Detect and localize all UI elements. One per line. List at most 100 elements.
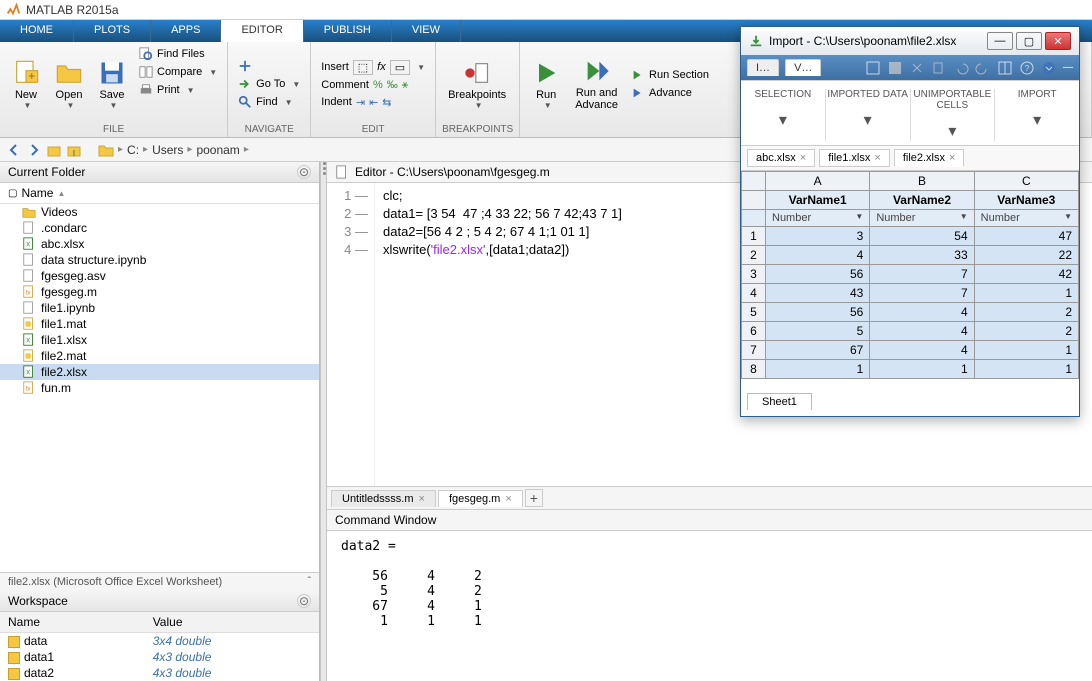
folder-item[interactable]: file1.ipynb [0, 300, 319, 316]
folder-item-label: data structure.ipynb [41, 253, 146, 267]
folder-item[interactable]: data structure.ipynb [0, 252, 319, 268]
close-button[interactable]: ✕ [1045, 32, 1071, 50]
grid-row[interactable]: 6542 [742, 322, 1079, 341]
grid-row[interactable]: 44371 [742, 284, 1079, 303]
grid-row[interactable]: 135447 [742, 227, 1079, 246]
import-col-selection[interactable]: SELECTION▾ [741, 89, 826, 141]
collapse-icon[interactable]: ⊙ [297, 165, 311, 179]
save-button[interactable]: Save▼ [92, 46, 132, 122]
import-data-grid[interactable]: ABC VarName1VarName2VarName3 Number▼Numb… [741, 171, 1079, 379]
indent-button[interactable]: Indent ⇥ ⇤ ⇆ [317, 95, 429, 110]
ws-col-value[interactable]: Value [145, 612, 319, 633]
help-icon[interactable]: ? [1019, 60, 1035, 76]
breakpoints-button[interactable]: Breakpoints▼ [442, 46, 512, 122]
folder-item-label: file2.xlsx [41, 365, 87, 379]
column-resize-handle[interactable] [320, 162, 327, 681]
sheet-footer-tab[interactable]: Sheet1 [747, 393, 812, 410]
file-type-icon: fx [22, 381, 36, 395]
tab-close-icon[interactable]: × [505, 493, 511, 505]
crumb-users[interactable]: Users [152, 143, 183, 157]
minimize-button[interactable]: — [987, 32, 1013, 50]
print-button[interactable]: Print▼ [135, 82, 221, 98]
nav-fwd-icon[interactable] [26, 142, 42, 158]
folder-item[interactable]: Xfile1.xlsx [0, 332, 319, 348]
sheet-tab-abc[interactable]: abc.xlsx× [747, 149, 815, 167]
folder-item[interactable]: Xabc.xlsx [0, 236, 319, 252]
nav-browse-icon[interactable] [66, 142, 82, 158]
tab-publish[interactable]: PUBLISH [304, 20, 392, 42]
tab-home[interactable]: HOME [0, 20, 74, 42]
workspace-row[interactable]: data24x3 double [0, 665, 319, 681]
dropdown-icon[interactable] [1041, 60, 1057, 76]
folder-item[interactable]: fgesgeg.asv [0, 268, 319, 284]
nav-up-icon[interactable] [46, 142, 62, 158]
grid-row[interactable]: 243322 [742, 246, 1079, 265]
sheet-tab-file1[interactable]: file1.xlsx× [819, 149, 890, 167]
folder-item[interactable]: Videos [0, 204, 319, 220]
folder-item[interactable]: file2.mat [0, 348, 319, 364]
new-button[interactable]: + New▼ [6, 46, 46, 122]
grid-row[interactable]: 356742 [742, 265, 1079, 284]
compare-button[interactable]: Compare▼ [135, 64, 221, 80]
tab-close-icon[interactable]: × [874, 152, 880, 164]
comment-button[interactable]: Comment % ‰ ⚹ [317, 78, 429, 93]
nav-back-icon[interactable] [6, 142, 22, 158]
folder-item[interactable]: fxfun.m [0, 380, 319, 396]
layout-icon[interactable] [997, 60, 1013, 76]
workspace-row[interactable]: data14x3 double [0, 649, 319, 665]
editor-code[interactable]: clc; data1= [3 54 47 ;4 33 22; 56 7 42;4… [375, 183, 630, 486]
tab-add-button[interactable]: + [525, 489, 543, 507]
tab-close-icon[interactable]: × [800, 152, 806, 164]
import-ribbon-tab[interactable]: V… [785, 59, 821, 76]
tool-icon-1[interactable] [865, 60, 881, 76]
minimize-ribbon-icon[interactable]: — [1063, 62, 1073, 73]
run-button[interactable]: Run▼ [526, 46, 566, 122]
folder-item[interactable]: Xfile2.xlsx [0, 364, 319, 380]
import-col-import[interactable]: IMPORT▾ [995, 89, 1079, 141]
grid-row[interactable]: 55642 [742, 303, 1079, 322]
tab-apps[interactable]: APPS [151, 20, 221, 42]
import-tab-left[interactable]: I… [747, 59, 779, 76]
import-col-imported[interactable]: IMPORTED DATA▾ [826, 89, 911, 141]
folder-item[interactable]: .condarc [0, 220, 319, 236]
insert-button[interactable]: Insert ⬚ fx ▭▼ [317, 59, 429, 76]
tab-editor[interactable]: EDITOR [221, 20, 303, 42]
folder-item-label: Videos [41, 205, 77, 219]
maximize-button[interactable]: ▢ [1016, 32, 1042, 50]
editor-file-icon [335, 165, 349, 179]
tab-plots[interactable]: PLOTS [74, 20, 151, 42]
workspace-panel[interactable]: Name Value data3x4 doubledata14x3 double… [0, 612, 319, 681]
import-titlebar[interactable]: Import - C:\Users\poonam\file2.xlsx — ▢ … [741, 27, 1079, 55]
crumb-poonam[interactable]: poonam [196, 143, 239, 157]
run-advance-button[interactable]: Run and Advance [569, 46, 624, 122]
undo-icon[interactable] [953, 60, 969, 76]
tab-close-icon[interactable]: × [949, 152, 955, 164]
grid-row[interactable]: 8111 [742, 360, 1079, 379]
import-window[interactable]: Import - C:\Users\poonam\file2.xlsx — ▢ … [740, 26, 1080, 417]
folder-item[interactable]: fxfgesgeg.m [0, 284, 319, 300]
tool-icon-2[interactable] [887, 60, 903, 76]
folder-col-header[interactable]: ▢ Name ▲ [0, 183, 319, 204]
import-col-unimportable[interactable]: UNIMPORTABLE CELLS▾ [911, 89, 996, 141]
doc-tab-untitled[interactable]: Untitledssss.m× [331, 490, 436, 507]
workspace-row[interactable]: data3x4 double [0, 633, 319, 650]
crumb-c[interactable]: C: [127, 143, 139, 157]
goto-button[interactable]: Go To▼ [234, 76, 304, 92]
find-button[interactable]: Find▼ [234, 94, 304, 110]
tab-view[interactable]: VIEW [392, 20, 461, 42]
open-button[interactable]: Open▼ [49, 46, 89, 122]
tab-close-icon[interactable]: × [419, 493, 425, 505]
command-window[interactable]: data2 = 56 4 2 5 4 2 67 4 1 1 1 1 [327, 531, 1092, 681]
sheet-tab-file2[interactable]: file2.xlsx× [894, 149, 965, 167]
folder-list[interactable]: ▢ Name ▲ Videos.condarcXabc.xlsxdata str… [0, 183, 319, 572]
nav-icon-placeholder[interactable] [234, 58, 304, 74]
cut-icon[interactable] [909, 60, 925, 76]
collapse-icon[interactable]: ⊙ [297, 594, 311, 608]
copy-icon[interactable] [931, 60, 947, 76]
redo-icon[interactable] [975, 60, 991, 76]
grid-row[interactable]: 76741 [742, 341, 1079, 360]
ws-col-name[interactable]: Name [0, 612, 145, 633]
doc-tab-fgesgeg[interactable]: fgesgeg.m× [438, 490, 523, 507]
folder-item[interactable]: file1.mat [0, 316, 319, 332]
find-files-button[interactable]: Find Files [135, 46, 221, 62]
